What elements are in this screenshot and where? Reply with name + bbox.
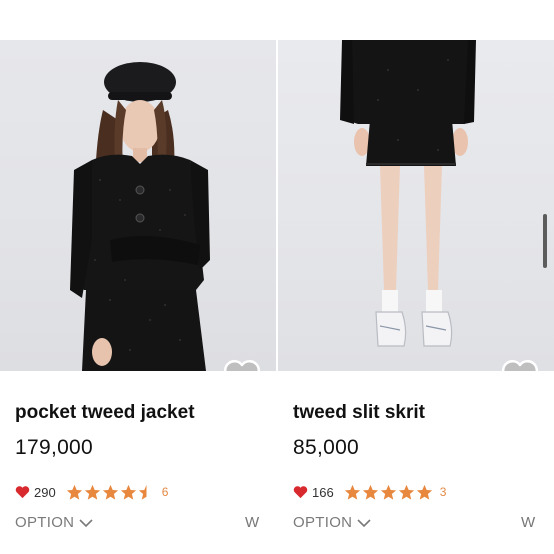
star-icon [66, 484, 82, 500]
star-icon [398, 484, 414, 500]
like-count: 290 [34, 484, 56, 500]
product-price: 179,000 [15, 436, 94, 459]
star-rating [344, 484, 434, 501]
product-image[interactable] [0, 40, 276, 371]
chevron-down-icon [79, 518, 93, 527]
heart-icon [15, 486, 30, 499]
product-name[interactable]: pocket tweed jacket [15, 402, 195, 424]
product-card-2[interactable]: tweed slit skrit 85,000 166 3 OPTION W [278, 0, 554, 554]
star-icon [344, 484, 360, 500]
chevron-down-icon [357, 518, 371, 527]
star-icon [84, 484, 100, 500]
heart-outline-icon [502, 360, 538, 371]
wishlist-heart-button[interactable] [222, 358, 262, 371]
like-count: 166 [312, 484, 334, 500]
product-stats: 290 6 [15, 482, 168, 502]
star-icon [120, 484, 136, 500]
option-dropdown[interactable]: OPTION [293, 514, 372, 531]
review-count: 3 [439, 485, 447, 499]
product-price: 85,000 [293, 436, 360, 459]
product-photo-jacket [70, 62, 210, 371]
product-card-1[interactable]: pocket tweed jacket 179,000 290 6 OPTION… [0, 0, 276, 554]
wishlist-heart-button[interactable] [500, 358, 540, 371]
product-photo-skirt [340, 40, 476, 347]
star-icon [102, 484, 118, 500]
star-icon [362, 484, 378, 500]
option-label: OPTION [15, 514, 75, 531]
w-label: W [521, 514, 536, 531]
product-name[interactable]: tweed slit skrit [293, 402, 425, 424]
heart-outline-icon [224, 360, 260, 371]
product-image[interactable] [278, 40, 554, 371]
option-label: OPTION [293, 514, 353, 531]
half-star-icon [138, 484, 147, 500]
option-dropdown[interactable]: OPTION [15, 514, 94, 531]
product-stats: 166 3 [293, 482, 446, 502]
star-icon [416, 484, 432, 500]
review-count: 6 [161, 485, 169, 499]
heart-icon [293, 486, 308, 499]
star-icon [380, 484, 396, 500]
scrollbar-thumb[interactable] [543, 214, 547, 268]
star-rating [66, 484, 156, 501]
w-label: W [245, 514, 260, 531]
